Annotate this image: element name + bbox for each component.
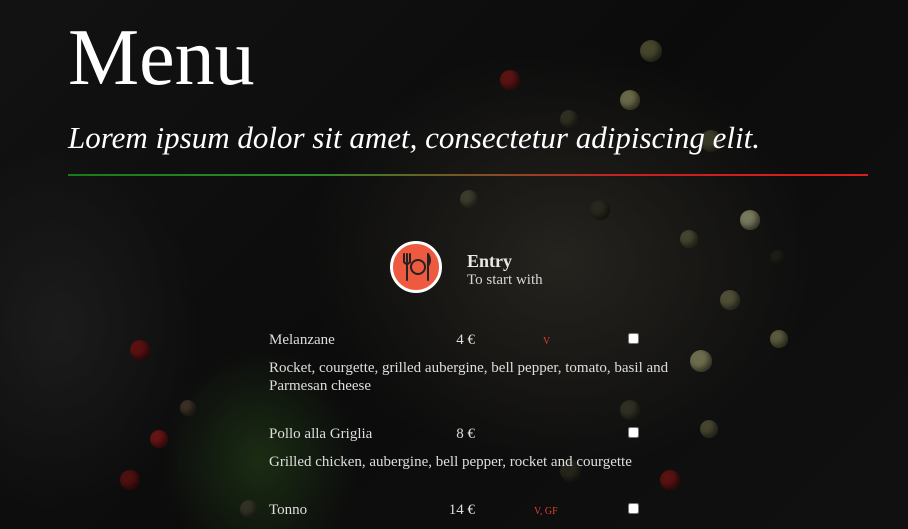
item-description: Grilled chicken, aubergine, bell pepper,… xyxy=(269,454,632,470)
page-subtitle: Lorem ipsum dolor sit amet, consectetur … xyxy=(68,120,760,155)
item-description: Rocket, courgette, grilled aubergine, be… xyxy=(269,360,669,394)
item-select-checkbox[interactable] xyxy=(628,503,639,514)
item-price: 8 € xyxy=(456,426,475,442)
item-price: 4 € xyxy=(456,332,475,348)
category-title: Entry xyxy=(467,251,512,271)
item-price: 14 € xyxy=(448,502,475,518)
item-diet-tag: V, GF xyxy=(534,506,558,517)
fork-knife-plate-icon xyxy=(390,241,442,293)
header-divider xyxy=(68,174,868,176)
item-select-checkbox[interactable] xyxy=(628,427,639,438)
item-diet-tag: V xyxy=(543,336,551,347)
item-name: Tonno xyxy=(269,502,308,518)
page-title: Menu xyxy=(68,14,255,102)
item-select-checkbox[interactable] xyxy=(628,333,639,344)
item-name: Melanzane xyxy=(269,332,335,348)
item-name: Pollo alla Griglia xyxy=(269,426,373,442)
category-subtitle: To start with xyxy=(467,272,543,288)
